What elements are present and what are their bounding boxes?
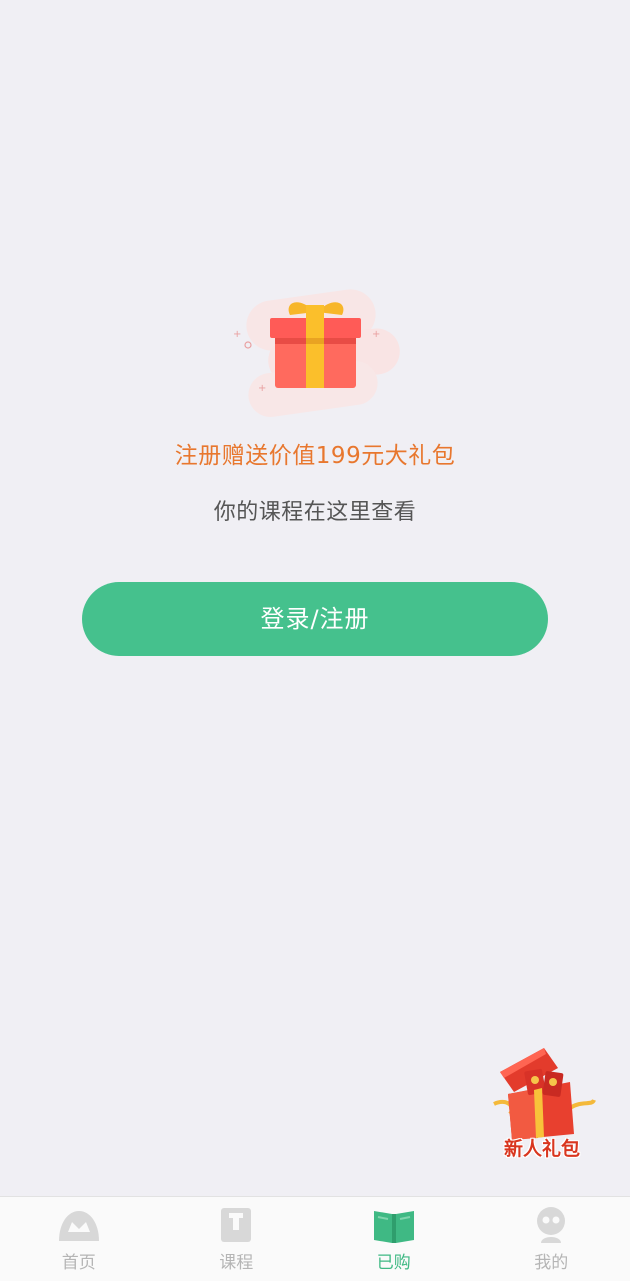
svg-text:+: +	[258, 383, 266, 394]
newcomer-gift-button[interactable]: 新人礼包	[486, 1042, 598, 1166]
home-icon	[56, 1205, 102, 1245]
tab-home[interactable]: 首页	[0, 1197, 158, 1281]
tab-profile[interactable]: 我的	[473, 1197, 630, 1281]
register-promo-text: 注册赠送价值199元大礼包	[0, 436, 630, 470]
red-gift-box-icon	[486, 1042, 598, 1142]
tab-courses-label: 课程	[158, 1248, 316, 1273]
profile-icon	[528, 1205, 574, 1245]
gift-box-icon: + + +	[228, 285, 404, 420]
newcomer-gift-label: 新人礼包	[486, 1134, 598, 1161]
svg-text:+: +	[372, 329, 380, 340]
open-book-icon	[371, 1205, 417, 1245]
tab-courses[interactable]: 课程	[158, 1197, 316, 1281]
tab-purchased[interactable]: 已购	[315, 1197, 473, 1281]
svg-text:+: +	[233, 329, 241, 340]
tab-purchased-label: 已购	[315, 1248, 473, 1273]
login-register-button[interactable]: 登录/注册	[82, 582, 548, 656]
purchased-empty-state: + + + 注册赠送价值199元大礼包 你的课程在这里查看 登录/注册	[0, 0, 630, 1196]
course-book-icon	[213, 1205, 259, 1245]
courses-hint-text: 你的课程在这里查看	[0, 494, 630, 526]
bottom-tab-bar: 首页 课程 已购 我的	[0, 1196, 630, 1281]
tab-home-label: 首页	[0, 1248, 158, 1273]
tab-profile-label: 我的	[473, 1248, 630, 1273]
